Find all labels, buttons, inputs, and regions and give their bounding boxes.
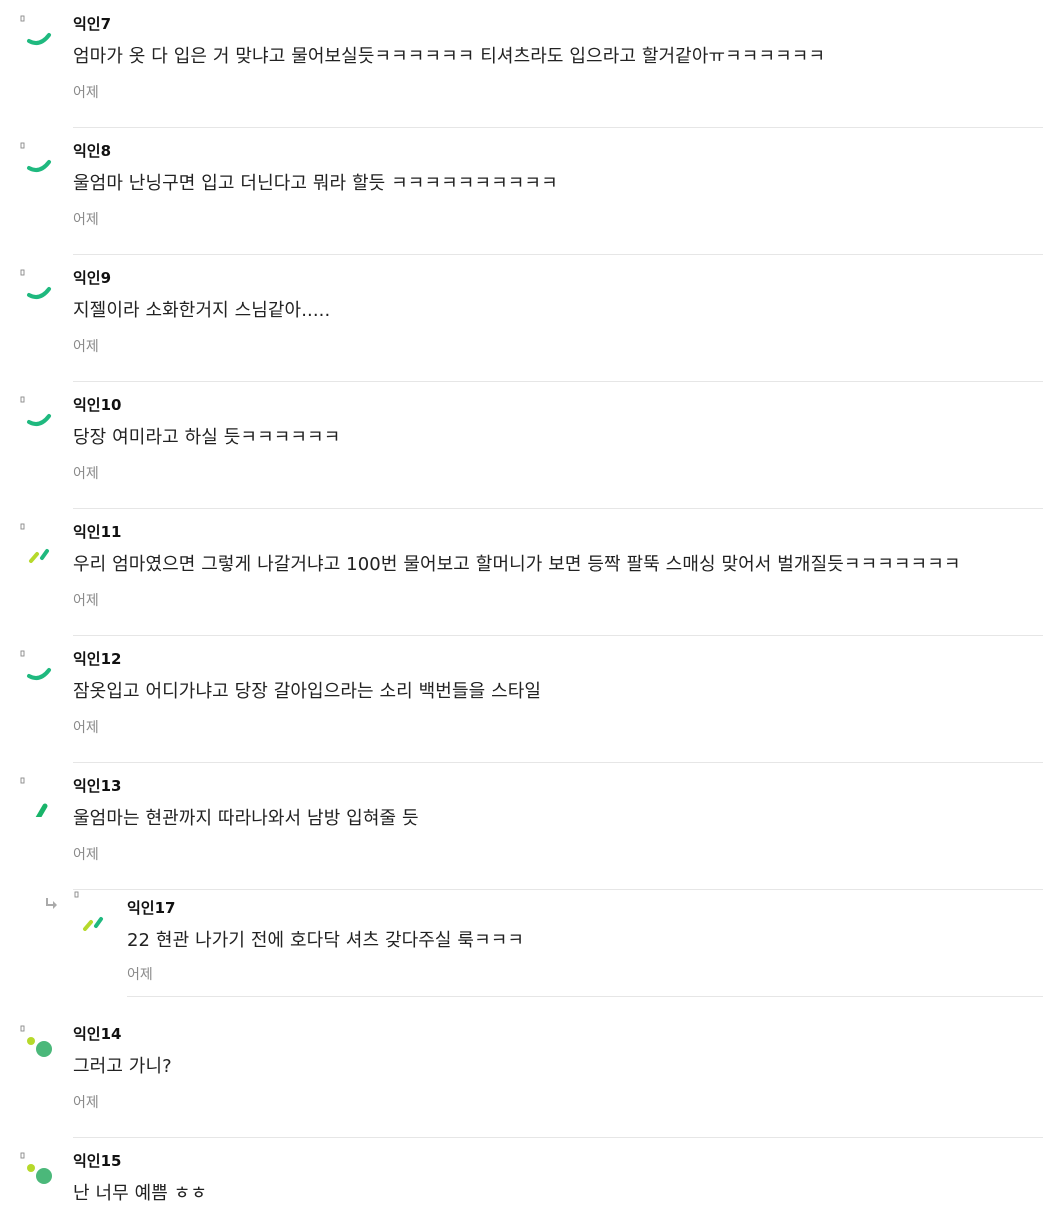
comment-body: 익인7 엄마가 옷 다 입은 거 맞냐고 물어보실듯ㅋㅋㅋㅋㅋㅋ 티셔츠라도 입…	[73, 0, 1043, 128]
comment-body: 익인10 당장 여미라고 하실 듯ㅋㅋㅋㅋㅋㅋ 어제	[73, 381, 1043, 509]
comment-body: 익인11 우리 엄마였으면 그렇게 나갈거냐고 100번 물어보고 할머니가 보…	[73, 508, 1043, 636]
comment-author[interactable]: 익인10	[73, 394, 121, 415]
comment-body: 익인14 그러고 가니? 어제	[73, 1010, 1043, 1138]
comment-time: 어제	[73, 466, 99, 482]
avatar-dots-icon[interactable]	[20, 1152, 56, 1192]
comment-text: 우리 엄마였으면 그렇게 나갈거냐고 100번 물어보고 할머니가 보면 등짝 …	[73, 554, 961, 575]
comment-item: 익인11 우리 엄마였으면 그렇게 나갈거냐고 100번 물어보고 할머니가 보…	[0, 508, 1043, 636]
comment-item: 익인7 엄마가 옷 다 입은 거 맞냐고 물어보실듯ㅋㅋㅋㅋㅋㅋ 티셔츠라도 입…	[0, 0, 1043, 128]
comment-item: 익인15 난 너무 예쁨 ㅎㅎ	[0, 1137, 1043, 1207]
avatar-dash-icon[interactable]	[20, 523, 56, 563]
avatar-arc-icon[interactable]	[20, 650, 56, 690]
comment-author[interactable]: 익인7	[73, 13, 111, 34]
comment-item: 익인8 울엄마 난닝구면 입고 더닌다고 뭐라 할듯 ㅋㅋㅋㅋㅋㅋㅋㅋㅋㅋ 어제	[0, 127, 1043, 255]
avatar-dash-icon[interactable]	[74, 891, 110, 931]
comment-text: 울엄마는 현관까지 따라나와서 남방 입혀줄 듯	[73, 808, 419, 829]
comment-text: 잠옷입고 어디가냐고 당장 갈아입으라는 소리 백번들을 스타일	[73, 681, 542, 702]
comment-text: 당장 여미라고 하실 듯ㅋㅋㅋㅋㅋㅋ	[73, 427, 341, 448]
comment-time: 어제	[73, 847, 99, 863]
comment-body: 익인17 22 현관 나가기 전에 호다닥 셔츠 갖다주실 룩ㅋㅋㅋ 어제	[127, 876, 1043, 997]
comment-text: 울엄마 난닝구면 입고 더닌다고 뭐라 할듯 ㅋㅋㅋㅋㅋㅋㅋㅋㅋㅋ	[73, 173, 558, 194]
comment-author[interactable]: 익인11	[73, 521, 121, 542]
comment-body: 익인13 울엄마는 현관까지 따라나와서 남방 입혀줄 듯 어제	[73, 762, 1043, 890]
comment-item: 익인10 당장 여미라고 하실 듯ㅋㅋㅋㅋㅋㅋ 어제	[0, 381, 1043, 509]
comment-time: 어제	[73, 1095, 99, 1111]
comment-text: 엄마가 옷 다 입은 거 맞냐고 물어보실듯ㅋㅋㅋㅋㅋㅋ 티셔츠라도 입으라고 …	[73, 46, 826, 67]
comment-body: 익인12 잠옷입고 어디가냐고 당장 갈아입으라는 소리 백번들을 스타일 어제	[73, 635, 1043, 763]
avatar-arc-icon[interactable]	[20, 269, 56, 309]
comment-author[interactable]: 익인15	[73, 1150, 121, 1171]
avatar-slash-icon[interactable]	[20, 777, 56, 821]
comment-text: 지젤이라 소화한거지 스님같아.....	[73, 300, 331, 321]
comment-time: 어제	[73, 339, 99, 355]
comment-author[interactable]: 익인14	[73, 1023, 121, 1044]
comment-author[interactable]: 익인8	[73, 140, 111, 161]
comment-author[interactable]: 익인12	[73, 648, 121, 669]
comment-item: 익인13 울엄마는 현관까지 따라나와서 남방 입혀줄 듯 어제	[0, 762, 1043, 890]
avatar-arc-icon[interactable]	[20, 396, 56, 436]
comment-item: 익인9 지젤이라 소화한거지 스님같아..... 어제	[0, 254, 1043, 382]
comment-time: 어제	[73, 593, 99, 609]
avatar-dots-icon[interactable]	[20, 1025, 56, 1065]
comment-author[interactable]: 익인13	[73, 775, 121, 796]
avatar-arc-icon[interactable]	[20, 142, 56, 182]
reply-item: 익인17 22 현관 나가기 전에 호다닥 셔츠 갖다주실 룩ㅋㅋㅋ 어제	[0, 876, 1043, 997]
comment-body: 익인15 난 너무 예쁨 ㅎㅎ	[73, 1137, 1043, 1207]
comment-author[interactable]: 익인17	[127, 897, 175, 918]
comment-body: 익인8 울엄마 난닝구면 입고 더닌다고 뭐라 할듯 ㅋㅋㅋㅋㅋㅋㅋㅋㅋㅋ 어제	[73, 127, 1043, 255]
comment-author[interactable]: 익인9	[73, 267, 111, 288]
comment-item: 익인14 그러고 가니? 어제	[0, 1010, 1043, 1138]
comment-time: 어제	[73, 85, 99, 101]
comment-time: 어제	[73, 720, 99, 736]
comment-item: 익인12 잠옷입고 어디가냐고 당장 갈아입으라는 소리 백번들을 스타일 어제	[0, 635, 1043, 763]
comment-time: 어제	[127, 967, 153, 983]
comment-text: 난 너무 예쁨 ㅎㅎ	[73, 1183, 208, 1204]
comment-time: 어제	[73, 212, 99, 228]
comment-text: 22 현관 나가기 전에 호다닥 셔츠 갖다주실 룩ㅋㅋㅋ	[127, 930, 525, 951]
comment-text: 그러고 가니?	[73, 1056, 172, 1077]
comment-body: 익인9 지젤이라 소화한거지 스님같아..... 어제	[73, 254, 1043, 382]
avatar-arc-icon[interactable]	[20, 15, 56, 55]
